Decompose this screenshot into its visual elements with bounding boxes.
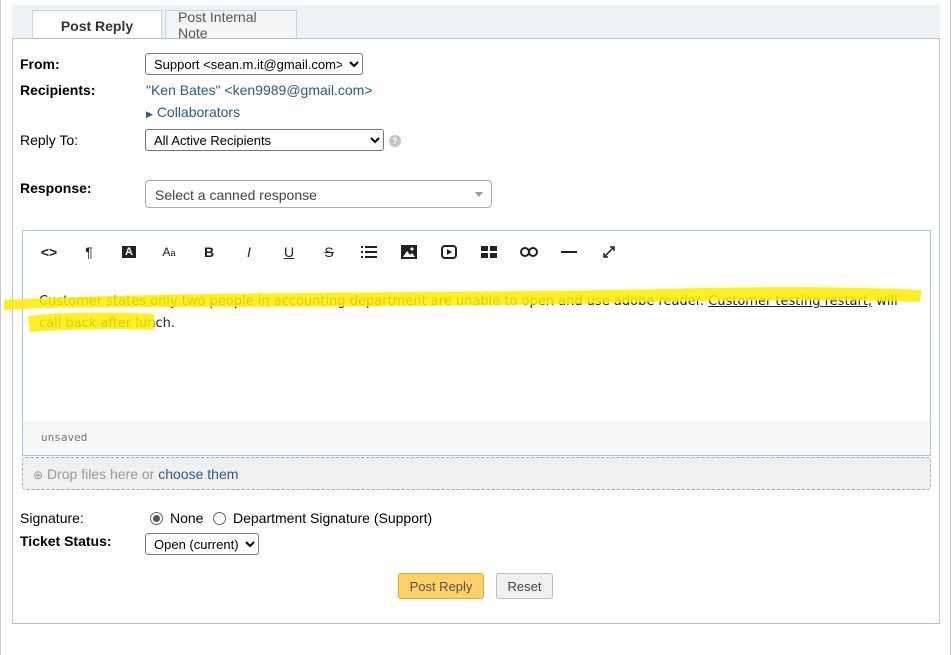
recipients-label: Recipients: bbox=[20, 82, 96, 98]
ticket-status-label: Ticket Status: bbox=[20, 533, 112, 549]
video-icon[interactable] bbox=[435, 238, 463, 266]
draft-status: unsaved bbox=[23, 421, 930, 455]
tab-post-reply[interactable]: Post Reply bbox=[32, 10, 162, 40]
caret-right-icon: ▶ bbox=[146, 109, 153, 119]
post-reply-button[interactable]: Post Reply bbox=[398, 573, 484, 599]
font-size-icon[interactable]: Aa bbox=[155, 238, 183, 266]
canned-response-select[interactable]: Select a canned response bbox=[145, 180, 492, 208]
signature-department-label: Department Signature (Support) bbox=[233, 510, 433, 526]
paragraph-icon[interactable]: ¶ bbox=[75, 238, 103, 266]
fullscreen-icon[interactable] bbox=[595, 238, 623, 266]
table-icon[interactable] bbox=[475, 238, 503, 266]
underline-icon[interactable]: U bbox=[275, 238, 303, 266]
ticket-status-select[interactable]: Open (current) bbox=[145, 533, 259, 555]
reply-editor: <> ¶ A Aa B I U S Customer states only t… bbox=[22, 230, 931, 456]
signature-department-radio[interactable] bbox=[213, 512, 226, 525]
signature-none-label: None bbox=[170, 510, 204, 526]
reply-tabs: Post Reply Post Internal Note bbox=[12, 5, 940, 41]
image-icon[interactable] bbox=[395, 238, 423, 266]
collaborators-toggle[interactable]: ▶ Collaborators bbox=[146, 104, 240, 120]
horizontal-rule-icon[interactable] bbox=[555, 238, 583, 266]
bold-icon[interactable]: B bbox=[195, 238, 223, 266]
dropzone-text: Drop files here or bbox=[46, 466, 159, 482]
recipient-ken-bates[interactable]: "Ken Bates" <ken9989@gmail.com> bbox=[146, 82, 373, 98]
canned-response-placeholder: Select a canned response bbox=[155, 187, 317, 203]
chevron-down-icon bbox=[475, 192, 483, 197]
file-dropzone[interactable]: ⊕ Drop files here or choose them bbox=[22, 457, 931, 490]
question-circle-icon[interactable]: ? bbox=[389, 135, 401, 147]
from-select[interactable]: Support <sean.m.it@gmail.com> bbox=[145, 53, 363, 75]
editor-text-underlined: Customer testing restart, bbox=[708, 294, 873, 309]
list-icon[interactable] bbox=[355, 238, 383, 266]
code-icon[interactable]: <> bbox=[35, 238, 63, 266]
font-color-icon[interactable]: A bbox=[115, 238, 143, 266]
tab-post-internal-note[interactable]: Post Internal Note bbox=[165, 9, 297, 41]
editor-text-area[interactable]: Customer states only two people in accou… bbox=[23, 279, 930, 425]
editor-toolbar: <> ¶ A Aa B I U S bbox=[23, 231, 930, 273]
choose-files-link[interactable]: choose them bbox=[158, 466, 238, 482]
response-label: Response: bbox=[20, 180, 92, 196]
editor-text-part1: Customer states only two people in accou… bbox=[39, 294, 709, 309]
italic-icon[interactable]: I bbox=[235, 238, 263, 266]
from-label: From: bbox=[20, 56, 60, 72]
reply-to-select[interactable]: All Active Recipients bbox=[145, 129, 384, 151]
link-icon[interactable] bbox=[515, 238, 543, 266]
reply-to-label: Reply To: bbox=[20, 132, 79, 148]
reset-button[interactable]: Reset bbox=[496, 573, 553, 599]
signature-none-radio[interactable] bbox=[150, 512, 163, 525]
signature-label: Signature: bbox=[20, 510, 84, 526]
upload-circle-icon: ⊕ bbox=[33, 468, 44, 482]
strikethrough-icon[interactable]: S bbox=[315, 238, 343, 266]
collaborators-label: Collaborators bbox=[156, 104, 241, 120]
